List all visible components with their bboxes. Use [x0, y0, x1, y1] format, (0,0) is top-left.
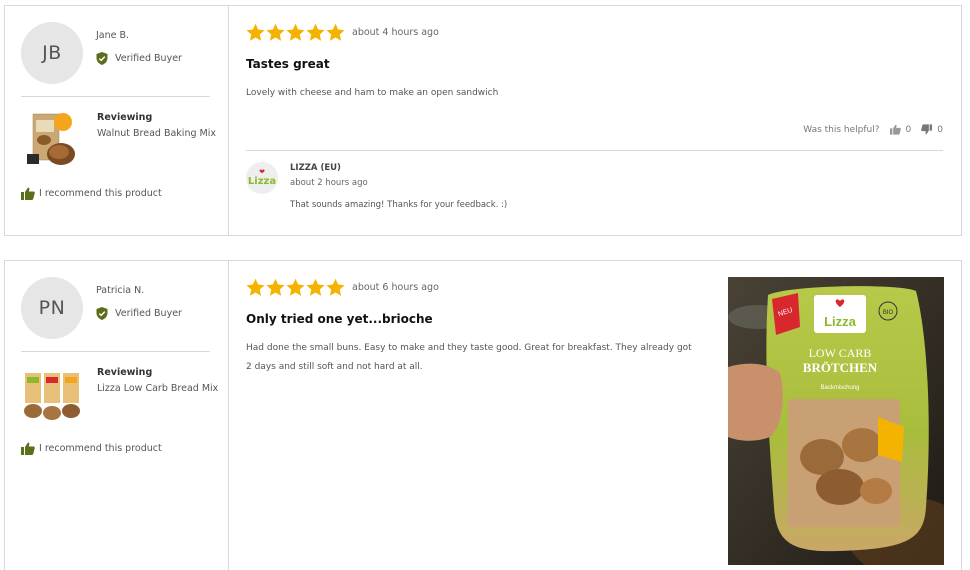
verified-shield-icon — [96, 52, 108, 65]
down-vote-count: 0 — [937, 124, 943, 135]
divider — [21, 351, 210, 352]
reviewing-label: Reviewing — [97, 367, 153, 378]
reply-author: LIZZA (EU) — [290, 163, 341, 173]
photo-product-line2: BRÖTCHEN — [803, 360, 878, 375]
star-icon — [306, 23, 325, 41]
review-time: about 4 hours ago — [352, 27, 439, 38]
review-title: Tastes great — [246, 57, 330, 71]
verified-label: Verified Buyer — [115, 53, 182, 64]
heart-icon: ❤ — [259, 168, 265, 176]
star-rating: about 6 hours ago — [246, 278, 439, 297]
author-name: Patricia N. — [96, 285, 145, 296]
brand-logo: ❤ Lizza — [246, 162, 278, 194]
thumbs-up-icon — [889, 124, 901, 135]
recommend-label: I recommend this product — [39, 188, 162, 199]
star-icon — [246, 278, 265, 296]
brand-logo-text: Lizza — [247, 176, 277, 187]
photo-organic-text: BIO — [883, 310, 894, 316]
review-title: Only tried one yet...brioche — [246, 312, 433, 326]
star-icon — [326, 23, 345, 41]
helpful-label: Was this helpful? — [803, 124, 880, 135]
star-icon — [326, 278, 345, 296]
author-name: Jane B. — [96, 30, 130, 41]
reply-time: about 2 hours ago — [290, 178, 368, 188]
star-icon — [286, 278, 305, 296]
verified-label: Verified Buyer — [115, 308, 182, 319]
star-icon — [266, 23, 285, 41]
reviewer-panel: PN Patricia N. Verified Buyer Reviewing … — [5, 261, 229, 570]
review-time: about 6 hours ago — [352, 282, 439, 293]
up-vote-count: 0 — [905, 124, 912, 135]
review-photo[interactable]: NEU Lizza BIO LOW CARB BRÖTCHEN Backmisc… — [728, 277, 944, 565]
photo-product-line1: LOW CARB — [809, 346, 872, 360]
review-content: about 6 hours ago Only tried one yet...b… — [230, 261, 961, 570]
review-content: about 4 hours ago Tastes great Lovely wi… — [230, 6, 961, 235]
verified-badge: Verified Buyer — [96, 52, 182, 65]
photo-subtitle: Backmischung — [820, 385, 859, 391]
recommend-label: I recommend this product — [39, 443, 162, 454]
star-rating: about 4 hours ago — [246, 23, 439, 42]
reply-text: That sounds amazing! Thanks for your fee… — [290, 200, 508, 210]
reviewer-panel: JB Jane B. Verified Buyer Reviewing Waln… — [5, 6, 229, 235]
review-card: JB Jane B. Verified Buyer Reviewing Waln… — [4, 5, 962, 236]
star-icon — [286, 23, 305, 41]
star-icon — [246, 23, 265, 41]
thumbs-up-icon — [21, 442, 35, 455]
review-body: Had done the small buns. Easy to make an… — [246, 343, 692, 372]
vote-down-button[interactable]: 0 — [921, 124, 943, 135]
divider — [21, 96, 210, 97]
reviewing-label: Reviewing — [97, 112, 153, 123]
verified-shield-icon — [96, 307, 108, 320]
recommend-line: I recommend this product — [21, 442, 162, 455]
reply-divider — [246, 150, 943, 151]
review-body: Lovely with cheese and ham to make an op… — [246, 88, 499, 98]
review-card: PN Patricia N. Verified Buyer Reviewing … — [4, 260, 962, 570]
avatar: PN — [21, 277, 83, 339]
reviewed-product-link[interactable]: Walnut Bread Baking Mix — [97, 128, 216, 139]
product-thumbnail[interactable] — [23, 365, 81, 427]
helpful-votes: Was this helpful? 0 0 — [803, 124, 943, 135]
avatar: JB — [21, 22, 83, 84]
thumbs-up-icon — [21, 187, 35, 200]
recommend-line: I recommend this product — [21, 187, 162, 200]
star-icon — [266, 278, 285, 296]
product-thumbnail[interactable] — [23, 110, 81, 172]
thumbs-down-icon — [921, 124, 933, 135]
vote-up-button[interactable]: 0 — [889, 124, 912, 135]
photo-brand-text: Lizza — [824, 314, 857, 329]
reviewed-product-link[interactable]: Lizza Low Carb Bread Mix — [97, 383, 218, 394]
verified-badge: Verified Buyer — [96, 307, 182, 320]
star-icon — [306, 278, 325, 296]
